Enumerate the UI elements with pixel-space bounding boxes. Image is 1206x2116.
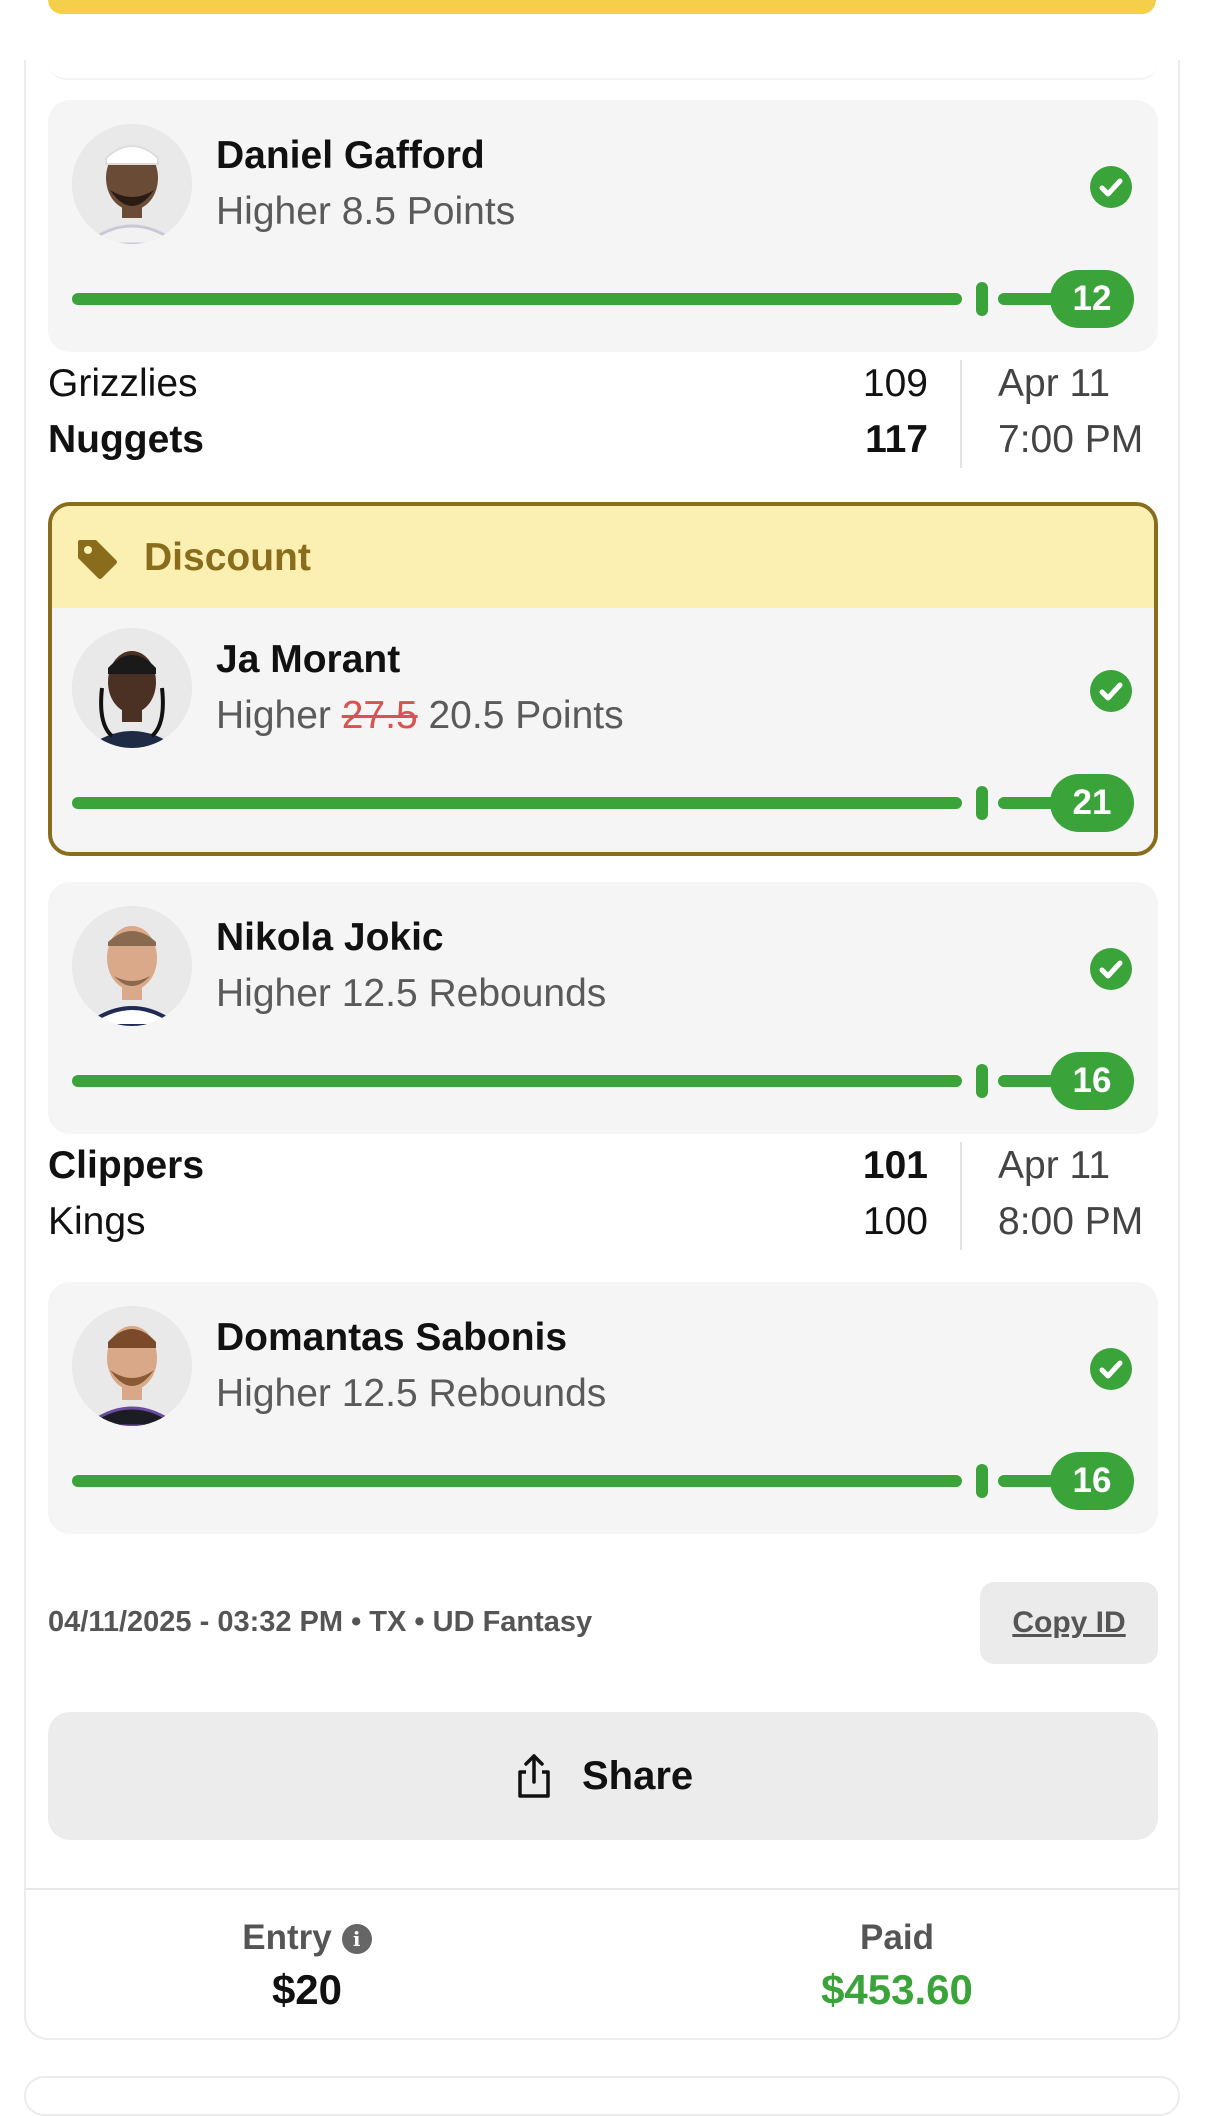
progress-bar	[72, 1475, 962, 1487]
pick-stat: Points	[406, 190, 516, 233]
footer-divider	[24, 1888, 1180, 1890]
progress-bar-tail	[998, 293, 1058, 305]
progress-bar	[72, 293, 962, 305]
original-line-value: 27.5	[341, 694, 418, 737]
progress-bar-tail	[998, 1475, 1058, 1487]
team-score-winner: 101	[862, 1144, 928, 1187]
divider	[960, 1142, 962, 1250]
entry-label: Entry	[242, 1918, 332, 1957]
divider	[960, 360, 962, 468]
line-marker	[976, 1464, 988, 1498]
team-score: 100	[862, 1200, 928, 1243]
pick-line: Higher 12.5 Rebounds	[216, 1372, 606, 1416]
paid-amount: $453.60	[821, 1966, 973, 2013]
pick-stat: Rebounds	[428, 972, 607, 1015]
game-date: Apr 11	[998, 362, 1111, 405]
pick-direction: Higher	[216, 972, 331, 1015]
check-circle-icon	[1090, 166, 1132, 208]
entry-meta: 04/11/2025 - 03:32 PM • TX • UD Fantasy	[48, 1606, 593, 1638]
player-name: Daniel Gafford	[216, 134, 485, 177]
game-score: Clippers Kings 101 100 Apr 11 8:00 PM	[48, 1142, 1158, 1252]
result-badge: 12	[1050, 270, 1134, 328]
pick-line: Higher 8.5 Points	[216, 190, 515, 234]
team-name: Grizzlies	[48, 362, 198, 405]
pick-card: Ja Morant Higher 27.5 20.5 Points 21	[52, 604, 1154, 852]
pick-stat: Points	[515, 694, 624, 737]
pick-direction: Higher	[216, 1372, 331, 1415]
pick-line-value: 20.5	[428, 694, 505, 737]
share-button[interactable]: Share	[48, 1712, 1158, 1840]
player-name: Ja Morant	[216, 638, 401, 681]
team-name-winner: Nuggets	[48, 418, 204, 461]
check-circle-icon	[1090, 948, 1132, 990]
game-time: 8:00 PM	[998, 1200, 1144, 1243]
pick-stat: Rebounds	[428, 1372, 607, 1415]
pick-direction: Higher	[216, 694, 331, 737]
game-score: Grizzlies Nuggets 109 117 Apr 11 7:00 PM	[48, 360, 1158, 470]
check-circle-icon	[1090, 670, 1132, 712]
line-marker	[976, 282, 988, 316]
player-avatar	[72, 124, 192, 244]
pick-card[interactable]: Daniel Gafford Higher 8.5 Points 12	[48, 100, 1158, 352]
result-badge: 16	[1050, 1052, 1134, 1110]
team-score-winner: 117	[865, 418, 928, 461]
pick-line-value: 8.5	[341, 190, 396, 233]
pick-line-value: 12.5	[341, 1372, 418, 1415]
pick-line: Higher 27.5 20.5 Points	[216, 694, 624, 738]
result-badge: 16	[1050, 1452, 1134, 1510]
check-circle-icon	[1090, 1348, 1132, 1390]
pick-line-value: 12.5	[341, 972, 418, 1015]
progress-bar	[72, 797, 962, 809]
pick-card[interactable]: Nikola Jokic Higher 12.5 Rebounds 16	[48, 882, 1158, 1134]
progress-bar-tail	[998, 1075, 1058, 1087]
share-label: Share	[582, 1754, 694, 1798]
line-marker	[976, 786, 988, 820]
team-name-winner: Clippers	[48, 1144, 205, 1187]
player-avatar	[72, 628, 192, 748]
entry-label-group: Entry i	[0, 1918, 614, 1958]
progress-bar	[72, 1075, 962, 1087]
info-icon[interactable]: i	[341, 1924, 372, 1954]
tag-icon	[78, 540, 117, 579]
team-name: Kings	[48, 1200, 146, 1243]
copy-id-button[interactable]: Copy ID	[980, 1582, 1158, 1664]
share-icon	[518, 1754, 550, 1798]
discount-pick-card[interactable]: Discount Ja Morant Higher 27.5 20.5 Poin…	[48, 502, 1158, 856]
game-date: Apr 11	[998, 1144, 1111, 1187]
player-avatar	[72, 1306, 192, 1426]
entry-amount: $20	[271, 1966, 343, 2013]
progress-bar-tail	[998, 797, 1058, 809]
next-card-edge	[24, 2076, 1180, 2116]
discount-header: Discount	[52, 506, 1154, 608]
team-score: 109	[862, 362, 928, 405]
player-name: Nikola Jokic	[216, 916, 444, 959]
pick-direction: Higher	[216, 190, 331, 233]
result-badge: 21	[1050, 774, 1134, 832]
game-time: 7:00 PM	[998, 418, 1144, 461]
paid-label: Paid	[860, 1918, 934, 1957]
line-marker	[976, 1064, 988, 1098]
discount-label: Discount	[144, 536, 311, 579]
player-avatar	[72, 906, 192, 1026]
previous-card-edge	[48, 60, 1158, 80]
top-accent-bar	[48, 0, 1156, 14]
player-name: Domantas Sabonis	[216, 1316, 568, 1359]
pick-line: Higher 12.5 Rebounds	[216, 972, 606, 1016]
pick-card[interactable]: Domantas Sabonis Higher 12.5 Rebounds 16	[48, 1282, 1158, 1534]
